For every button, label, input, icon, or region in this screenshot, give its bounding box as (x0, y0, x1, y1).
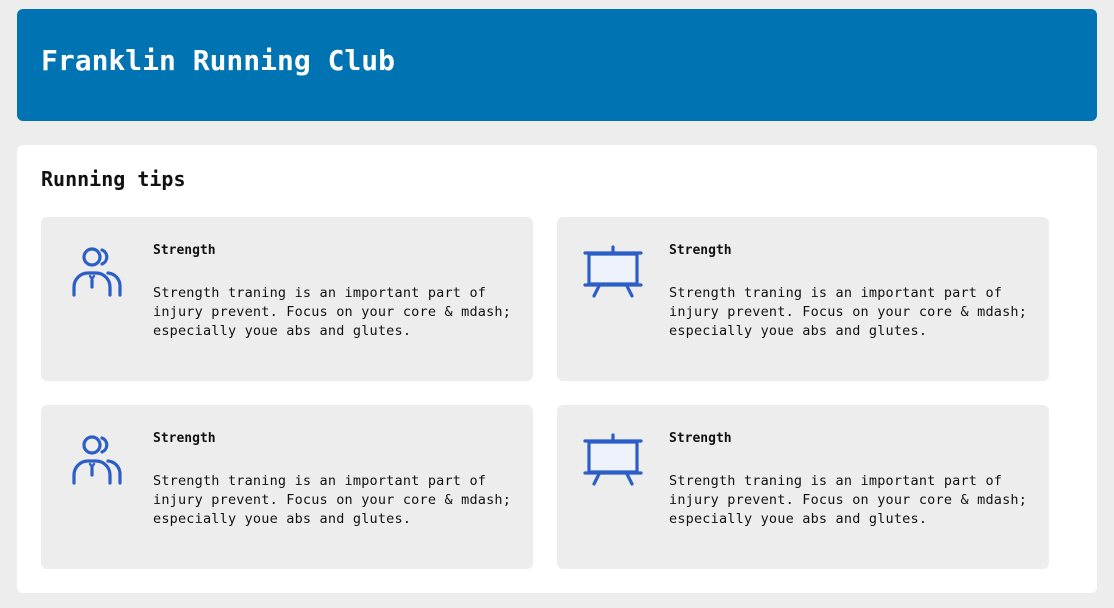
presentation-board-icon (583, 431, 643, 491)
section-title: Running tips (41, 167, 186, 191)
site-title: Franklin Running Club (41, 44, 396, 77)
card-heading: Strength (669, 243, 732, 258)
people-icon (67, 431, 127, 491)
site-header: Franklin Running Club (17, 9, 1097, 121)
page: Franklin Running Club Running tips Stren… (0, 0, 1114, 608)
tip-card: Strength Strength traning is an importan… (41, 405, 533, 569)
card-text: Strength traning is an important part of… (153, 285, 512, 339)
tip-card: Strength Strength traning is an importan… (41, 217, 533, 381)
card-text: Strength traning is an important part of… (153, 473, 512, 527)
presentation-board-icon (583, 243, 643, 303)
tip-card: Strength Strength traning is an importan… (557, 217, 1049, 381)
people-icon (67, 243, 127, 303)
card-text: Strength traning is an important part of… (669, 473, 1028, 527)
card-heading: Strength (153, 431, 216, 446)
card-heading: Strength (669, 431, 732, 446)
card-text: Strength traning is an important part of… (669, 285, 1028, 339)
main-panel: Running tips Strength Strength traning i… (17, 145, 1097, 593)
tip-card: Strength Strength traning is an importan… (557, 405, 1049, 569)
card-heading: Strength (153, 243, 216, 258)
